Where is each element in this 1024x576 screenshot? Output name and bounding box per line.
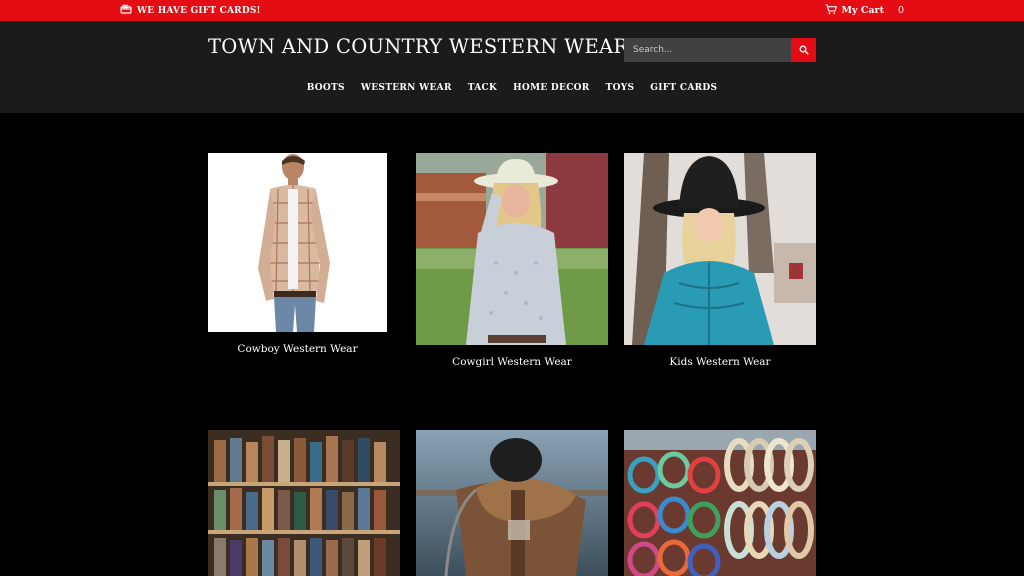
collection-tile-boots[interactable] bbox=[208, 430, 400, 576]
ropes-collection-image bbox=[624, 430, 816, 576]
cowboy-collection-caption[interactable]: Cowboy Western Wear bbox=[208, 343, 387, 355]
search-input[interactable] bbox=[624, 38, 791, 62]
cowgirl-collection-caption[interactable]: Cowgirl Western Wear bbox=[416, 356, 608, 368]
cart-icon bbox=[825, 3, 837, 18]
boots-collection-image bbox=[208, 430, 400, 576]
cart-link[interactable]: My Cart 0 bbox=[825, 0, 904, 21]
announcement-bar: WE HAVE GIFT CARDS! My Cart 0 bbox=[0, 0, 1024, 21]
main-nav: BOOTS WESTERN WEAR TACK HOME DECOR TOYS … bbox=[0, 83, 1024, 93]
gift-card-icon bbox=[120, 4, 132, 18]
collection-tile-cowboy[interactable]: Cowboy Western Wear bbox=[208, 153, 387, 363]
collection-tile-tack[interactable] bbox=[416, 430, 608, 576]
nav-item-home-decor[interactable]: HOME DECOR bbox=[513, 83, 589, 93]
collection-tile-ropes[interactable] bbox=[624, 430, 816, 576]
collection-tile-cowgirl[interactable]: Cowgirl Western Wear bbox=[416, 153, 608, 375]
search-icon bbox=[799, 43, 809, 58]
kids-collection-caption[interactable]: Kids Western Wear bbox=[624, 356, 816, 368]
cowgirl-collection-image bbox=[416, 153, 608, 345]
gift-card-announcement[interactable]: WE HAVE GIFT CARDS! bbox=[120, 0, 261, 21]
nav-item-toys[interactable]: TOYS bbox=[606, 83, 635, 93]
search-button[interactable] bbox=[791, 38, 816, 62]
nav-item-boots[interactable]: BOOTS bbox=[307, 83, 345, 93]
cart-label: My Cart bbox=[841, 5, 884, 16]
nav-item-gift-cards[interactable]: GIFT CARDS bbox=[650, 83, 717, 93]
announcement-text: WE HAVE GIFT CARDS! bbox=[137, 5, 261, 16]
cart-count: 0 bbox=[897, 5, 904, 16]
kids-collection-image bbox=[624, 153, 816, 345]
nav-item-western-wear[interactable]: WESTERN WEAR bbox=[361, 83, 452, 93]
site-title[interactable]: TOWN AND COUNTRY WESTERN WEAR bbox=[208, 35, 628, 58]
nav-item-tack[interactable]: TACK bbox=[468, 83, 497, 93]
cowboy-collection-image bbox=[208, 153, 387, 332]
site-header: TOWN AND COUNTRY WESTERN WEAR BOOTS WEST… bbox=[0, 21, 1024, 113]
collection-tile-kids[interactable]: Kids Western Wear bbox=[624, 153, 816, 375]
tack-collection-image bbox=[416, 430, 608, 576]
